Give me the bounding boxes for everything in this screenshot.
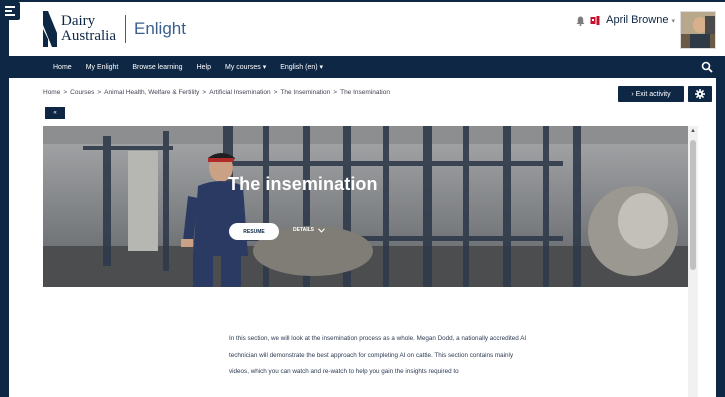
resume-button[interactable]: RESUME <box>229 223 279 240</box>
bell-icon[interactable] <box>576 16 585 26</box>
nav-help[interactable]: Help <box>197 64 211 71</box>
breadcrumb-separator: > <box>97 89 102 96</box>
breadcrumb-separator: > <box>202 89 207 96</box>
breadcrumb-separator: > <box>63 89 68 96</box>
scroll-thumb[interactable] <box>690 140 696 270</box>
right-rail <box>716 78 725 397</box>
breadcrumb-courses[interactable]: Courses <box>70 89 94 96</box>
avatar[interactable] <box>680 11 716 49</box>
settings-button[interactable] <box>688 86 712 102</box>
brand-name-line2: Australia <box>61 28 116 44</box>
scroll-up-icon[interactable]: ▲ <box>690 128 696 134</box>
chevron-down-icon <box>318 227 325 233</box>
gear-icon <box>695 89 705 99</box>
user-name[interactable]: April Browne <box>606 14 668 26</box>
brand-mark-icon <box>43 11 57 47</box>
brand-name: Dairy Australia <box>61 14 116 44</box>
hero-banner: The insemination RESUME DETAILS <box>43 126 688 287</box>
exit-activity-button[interactable]: › Exit activity <box>618 86 684 102</box>
section-intro: In this section, we will look at the ins… <box>229 335 527 375</box>
brand-logo[interactable]: Dairy Australia Enlight <box>43 11 186 47</box>
breadcrumb-home[interactable]: Home <box>43 89 60 96</box>
breadcrumb-separator: > <box>273 89 278 96</box>
breadcrumb-section[interactable]: The Insemination <box>280 89 330 96</box>
brand-divider <box>124 15 126 43</box>
hero-title: The insemination <box>228 174 378 194</box>
hero-image <box>43 126 688 287</box>
brand-name-line1: Dairy <box>61 13 96 29</box>
top-header: Dairy Australia Enlight April Browne ▾ <box>9 0 725 56</box>
chevron-down-icon[interactable]: ▾ <box>671 17 675 25</box>
nav-language[interactable]: English (en) ▾ <box>280 63 323 71</box>
nav-my-courses[interactable]: My courses ▾ <box>225 63 266 71</box>
breadcrumb-separator: > <box>333 89 338 96</box>
breadcrumb: Home > Courses > Animal Health, Welfare & Fe… <box>43 89 390 96</box>
user-menu[interactable]: April Browne ▾ <box>576 11 716 49</box>
product-name: Enlight <box>133 19 186 38</box>
nav-browse-learning[interactable]: Browse learning <box>132 64 182 71</box>
breadcrumb-category[interactable]: Animal Health, Welfare & Fertility <box>104 89 199 96</box>
page-scrollbar[interactable]: ▲ <box>688 126 698 397</box>
nav-my-enlight[interactable]: My Enlight <box>86 64 119 71</box>
left-rail <box>0 0 9 397</box>
nav-home[interactable]: Home <box>53 64 72 71</box>
collapse-index-button[interactable]: « <box>45 107 65 119</box>
message-icon[interactable] <box>590 16 600 25</box>
details-toggle[interactable]: DETAILS <box>293 227 325 233</box>
details-label: DETAILS <box>293 227 315 233</box>
nav-items: Home My Enlight Browse learning Help My … <box>53 56 323 78</box>
breadcrumb-current[interactable]: The Insemination <box>340 89 390 96</box>
drawer-menu-icon[interactable] <box>2 2 20 20</box>
search-icon[interactable] <box>701 61 713 73</box>
breadcrumb-course[interactable]: Artificial Insemination <box>209 89 270 96</box>
main-navbar: Home My Enlight Browse learning Help My … <box>9 56 725 78</box>
